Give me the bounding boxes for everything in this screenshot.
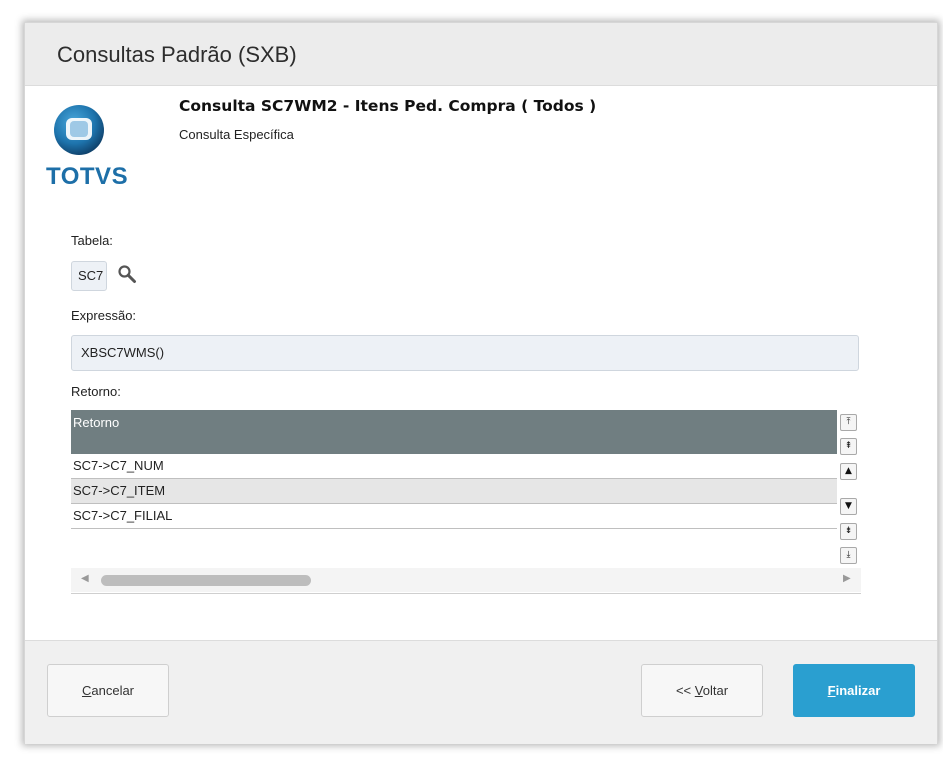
- expressao-field[interactable]: XBSC7WMS(): [71, 335, 859, 371]
- vertical-scrollbar[interactable]: ⤒ ⇞ ▲ ▼ ⇟ ⤓: [837, 410, 861, 568]
- scroll-down-icon[interactable]: ▼: [840, 498, 857, 515]
- tabela-field[interactable]: SC7: [71, 261, 107, 291]
- horizontal-scroll-thumb[interactable]: [101, 575, 311, 586]
- finish-mnemonic: F: [827, 683, 836, 698]
- consulta-title: Consulta SC7WM2 - Itens Ped. Compra ( To…: [179, 97, 597, 115]
- grid-row[interactable]: SC7->C7_FILIAL: [71, 504, 837, 529]
- back-mnemonic: V: [694, 683, 703, 698]
- cancel-label: ancelar: [91, 683, 135, 698]
- totvs-globe-icon: [54, 105, 104, 155]
- scroll-up-icon[interactable]: ▲: [840, 463, 857, 480]
- scroll-right-icon[interactable]: ▶: [843, 573, 851, 584]
- logo-text: TOTVS: [46, 163, 129, 190]
- finish-label: inalizar: [835, 683, 881, 698]
- horizontal-scrollbar[interactable]: ◀ ▶: [71, 568, 861, 592]
- back-button[interactable]: << Voltar: [641, 664, 763, 717]
- grid-row[interactable]: SC7->C7_NUM: [71, 454, 837, 479]
- search-icon[interactable]: [117, 264, 137, 284]
- totvs-logo: TOTVS: [46, 103, 129, 195]
- cancel-button[interactable]: Cancelar: [47, 664, 169, 717]
- cancel-mnemonic: C: [81, 683, 92, 698]
- page-down-icon[interactable]: ⇟: [840, 523, 857, 540]
- retorno-grid: Retorno SC7->C7_NUM SC7->C7_ITEM SC7->C7…: [71, 410, 861, 594]
- finish-button[interactable]: Finalizar: [793, 664, 915, 717]
- expressao-label: Expressão:: [71, 308, 137, 323]
- grid-column-header[interactable]: Retorno: [71, 410, 837, 454]
- scroll-top-icon[interactable]: ⤒: [840, 414, 857, 431]
- retorno-label: Retorno:: [71, 384, 121, 399]
- dialog-titlebar: Consultas Padrão (SXB): [25, 23, 937, 86]
- back-label: oltar: [702, 683, 729, 698]
- grid-row[interactable]: SC7->C7_ITEM: [71, 479, 837, 504]
- wizard-dialog: Consultas Padrão (SXB) TOTVS Consulta SC…: [24, 22, 938, 744]
- page-up-icon[interactable]: ⇞: [840, 438, 857, 455]
- dialog-title: Consultas Padrão (SXB): [57, 42, 297, 67]
- consulta-subtitle: Consulta Específica: [179, 127, 294, 142]
- scroll-bottom-icon[interactable]: ⤓: [840, 547, 857, 564]
- tabela-label: Tabela:: [71, 233, 113, 248]
- scroll-left-icon[interactable]: ◀: [81, 573, 89, 584]
- back-prefix: <<: [675, 683, 695, 698]
- dialog-footer: Cancelar << Voltar Finalizar: [25, 640, 937, 744]
